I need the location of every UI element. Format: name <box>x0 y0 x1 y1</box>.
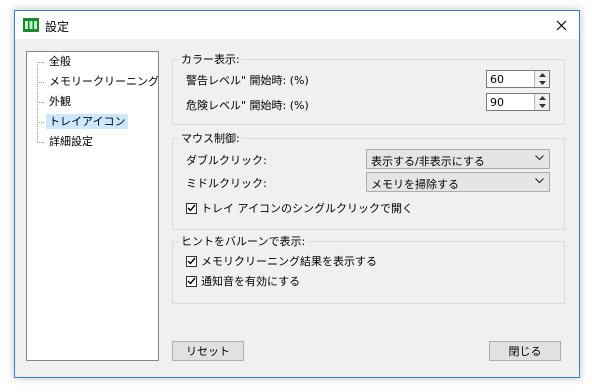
double-click-value: 表示する/非表示にする <box>371 155 485 168</box>
settings-tree: 全般 メモリークリーニング 外観 トレイアイコン 詳細設定 <box>26 51 159 361</box>
tree-item-label: トレイアイコン <box>46 114 129 129</box>
notify-sound-checkbox[interactable]: 通知音を有効にする <box>186 273 300 289</box>
reset-button[interactable]: リセット <box>172 341 244 361</box>
color-display-legend: カラー表示: <box>181 53 240 66</box>
tree-item-advanced[interactable]: 詳細設定 <box>37 133 96 151</box>
app-icon <box>23 18 39 32</box>
warning-level-spinner[interactable] <box>486 70 550 88</box>
check-icon <box>187 204 196 212</box>
single-click-open-checkbox[interactable]: トレイ アイコンのシングルクリックで開く <box>186 200 413 216</box>
single-click-open-label: トレイ アイコンのシングルクリックで開く <box>201 202 413 215</box>
show-cleaning-result-checkbox[interactable]: メモリクリーニング結果を表示する <box>186 253 377 269</box>
balloon-hint-legend: ヒントをバルーンで表示: <box>181 235 306 248</box>
check-icon <box>187 257 196 265</box>
tree-item-label: 外観 <box>49 95 71 108</box>
close-icon <box>556 20 566 30</box>
checkbox-box[interactable] <box>186 255 197 267</box>
check-icon <box>187 277 196 285</box>
checkbox-box[interactable] <box>186 275 197 287</box>
chevron-down-icon <box>535 155 544 161</box>
danger-level-input[interactable] <box>487 94 537 110</box>
middle-click-value: メモリを掃除する <box>371 178 459 191</box>
double-click-label: ダブルクリック: <box>186 154 267 167</box>
danger-level-label: 危険レベル" 開始時: (%) <box>186 99 309 112</box>
tree-item-appearance[interactable]: 外観 <box>37 93 74 111</box>
chevron-down-icon <box>535 178 544 184</box>
window-title: 設定 <box>45 20 70 34</box>
tree-item-label: 全般 <box>49 55 71 68</box>
warning-level-label: 警告レベル" 開始時: (%) <box>186 74 309 87</box>
tree-item-general[interactable]: 全般 <box>37 53 74 71</box>
show-cleaning-result-label: メモリクリーニング結果を表示する <box>201 255 377 268</box>
spin-down-icon <box>538 81 546 85</box>
warning-level-input[interactable] <box>487 71 537 87</box>
settings-window: 設定 全般 メモリークリーニング 外観 トレイアイコン 詳細設定 カラー表示: … <box>14 10 580 378</box>
mouse-control-legend: マウス制御: <box>181 132 240 145</box>
title-bar: 設定 <box>15 11 579 39</box>
spin-down-icon <box>538 104 546 108</box>
tree-item-tray-icon[interactable]: トレイアイコン <box>37 113 129 131</box>
tree-item-memory-cleaning[interactable]: メモリークリーニング <box>37 73 162 91</box>
middle-click-label: ミドルクリック: <box>186 177 267 190</box>
middle-click-select[interactable]: メモリを掃除する <box>366 172 550 192</box>
checkbox-box[interactable] <box>186 202 197 214</box>
color-display-group: カラー表示: <box>172 51 565 125</box>
danger-level-spinner[interactable] <box>486 93 550 111</box>
close-button[interactable]: 閉じる <box>489 341 561 361</box>
tree-item-label: 詳細設定 <box>49 135 93 148</box>
spin-down-button[interactable] <box>534 79 549 87</box>
spin-up-icon <box>538 96 546 100</box>
spin-up-icon <box>538 73 546 77</box>
tree-item-label: メモリークリーニング <box>49 75 159 88</box>
spin-down-button[interactable] <box>534 102 549 110</box>
close-window-button[interactable] <box>543 11 579 39</box>
notify-sound-label: 通知音を有効にする <box>201 275 301 288</box>
double-click-select[interactable]: 表示する/非表示にする <box>366 149 550 169</box>
